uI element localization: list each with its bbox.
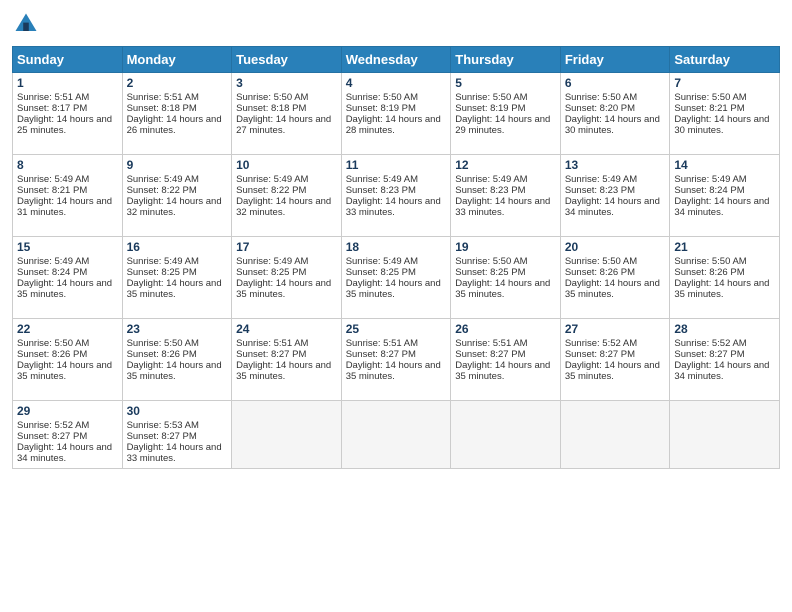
col-monday: Monday — [122, 47, 232, 73]
table-row: 9Sunrise: 5:49 AMSunset: 8:22 PMDaylight… — [122, 155, 232, 237]
day-number: 5 — [455, 76, 556, 90]
table-row — [451, 401, 561, 469]
table-row: 17Sunrise: 5:49 AMSunset: 8:25 PMDayligh… — [232, 237, 342, 319]
logo — [12, 10, 44, 38]
table-row: 15Sunrise: 5:49 AMSunset: 8:24 PMDayligh… — [13, 237, 123, 319]
table-row: 30Sunrise: 5:53 AMSunset: 8:27 PMDayligh… — [122, 401, 232, 469]
day-number: 28 — [674, 322, 775, 336]
table-row — [560, 401, 670, 469]
day-number: 15 — [17, 240, 118, 254]
day-number: 29 — [17, 404, 118, 418]
calendar-container: Sunday Monday Tuesday Wednesday Thursday… — [0, 0, 792, 479]
day-number: 26 — [455, 322, 556, 336]
table-row: 7Sunrise: 5:50 AMSunset: 8:21 PMDaylight… — [670, 73, 780, 155]
day-number: 18 — [346, 240, 447, 254]
table-row: 2Sunrise: 5:51 AMSunset: 8:18 PMDaylight… — [122, 73, 232, 155]
day-number: 22 — [17, 322, 118, 336]
day-number: 14 — [674, 158, 775, 172]
day-number: 16 — [127, 240, 228, 254]
table-row: 25Sunrise: 5:51 AMSunset: 8:27 PMDayligh… — [341, 319, 451, 401]
table-row: 16Sunrise: 5:49 AMSunset: 8:25 PMDayligh… — [122, 237, 232, 319]
day-number: 8 — [17, 158, 118, 172]
col-tuesday: Tuesday — [232, 47, 342, 73]
day-number: 20 — [565, 240, 666, 254]
table-row: 12Sunrise: 5:49 AMSunset: 8:23 PMDayligh… — [451, 155, 561, 237]
table-row: 24Sunrise: 5:51 AMSunset: 8:27 PMDayligh… — [232, 319, 342, 401]
day-number: 30 — [127, 404, 228, 418]
table-row: 4Sunrise: 5:50 AMSunset: 8:19 PMDaylight… — [341, 73, 451, 155]
col-thursday: Thursday — [451, 47, 561, 73]
table-row: 8Sunrise: 5:49 AMSunset: 8:21 PMDaylight… — [13, 155, 123, 237]
day-number: 11 — [346, 158, 447, 172]
day-number: 13 — [565, 158, 666, 172]
table-row — [670, 401, 780, 469]
table-row: 19Sunrise: 5:50 AMSunset: 8:25 PMDayligh… — [451, 237, 561, 319]
day-number: 27 — [565, 322, 666, 336]
day-number: 19 — [455, 240, 556, 254]
table-row — [341, 401, 451, 469]
table-row: 14Sunrise: 5:49 AMSunset: 8:24 PMDayligh… — [670, 155, 780, 237]
day-number: 10 — [236, 158, 337, 172]
header — [12, 10, 780, 38]
table-row: 27Sunrise: 5:52 AMSunset: 8:27 PMDayligh… — [560, 319, 670, 401]
col-sunday: Sunday — [13, 47, 123, 73]
col-saturday: Saturday — [670, 47, 780, 73]
table-row: 22Sunrise: 5:50 AMSunset: 8:26 PMDayligh… — [13, 319, 123, 401]
table-row: 13Sunrise: 5:49 AMSunset: 8:23 PMDayligh… — [560, 155, 670, 237]
col-friday: Friday — [560, 47, 670, 73]
table-row — [232, 401, 342, 469]
table-row: 21Sunrise: 5:50 AMSunset: 8:26 PMDayligh… — [670, 237, 780, 319]
day-number: 24 — [236, 322, 337, 336]
table-row: 23Sunrise: 5:50 AMSunset: 8:26 PMDayligh… — [122, 319, 232, 401]
day-number: 6 — [565, 76, 666, 90]
day-number: 4 — [346, 76, 447, 90]
table-row: 28Sunrise: 5:52 AMSunset: 8:27 PMDayligh… — [670, 319, 780, 401]
logo-icon — [12, 10, 40, 38]
day-number: 1 — [17, 76, 118, 90]
table-row: 1Sunrise: 5:51 AMSunset: 8:17 PMDaylight… — [13, 73, 123, 155]
table-row: 26Sunrise: 5:51 AMSunset: 8:27 PMDayligh… — [451, 319, 561, 401]
day-number: 2 — [127, 76, 228, 90]
day-number: 25 — [346, 322, 447, 336]
table-row: 20Sunrise: 5:50 AMSunset: 8:26 PMDayligh… — [560, 237, 670, 319]
day-number: 12 — [455, 158, 556, 172]
table-row: 11Sunrise: 5:49 AMSunset: 8:23 PMDayligh… — [341, 155, 451, 237]
table-row: 3Sunrise: 5:50 AMSunset: 8:18 PMDaylight… — [232, 73, 342, 155]
table-row: 10Sunrise: 5:49 AMSunset: 8:22 PMDayligh… — [232, 155, 342, 237]
day-number: 23 — [127, 322, 228, 336]
table-row: 6Sunrise: 5:50 AMSunset: 8:20 PMDaylight… — [560, 73, 670, 155]
table-row: 5Sunrise: 5:50 AMSunset: 8:19 PMDaylight… — [451, 73, 561, 155]
table-row: 18Sunrise: 5:49 AMSunset: 8:25 PMDayligh… — [341, 237, 451, 319]
col-wednesday: Wednesday — [341, 47, 451, 73]
calendar-table: Sunday Monday Tuesday Wednesday Thursday… — [12, 46, 780, 469]
table-row: 29Sunrise: 5:52 AMSunset: 8:27 PMDayligh… — [13, 401, 123, 469]
day-number: 17 — [236, 240, 337, 254]
header-row: Sunday Monday Tuesday Wednesday Thursday… — [13, 47, 780, 73]
day-number: 9 — [127, 158, 228, 172]
day-number: 21 — [674, 240, 775, 254]
day-number: 3 — [236, 76, 337, 90]
day-number: 7 — [674, 76, 775, 90]
